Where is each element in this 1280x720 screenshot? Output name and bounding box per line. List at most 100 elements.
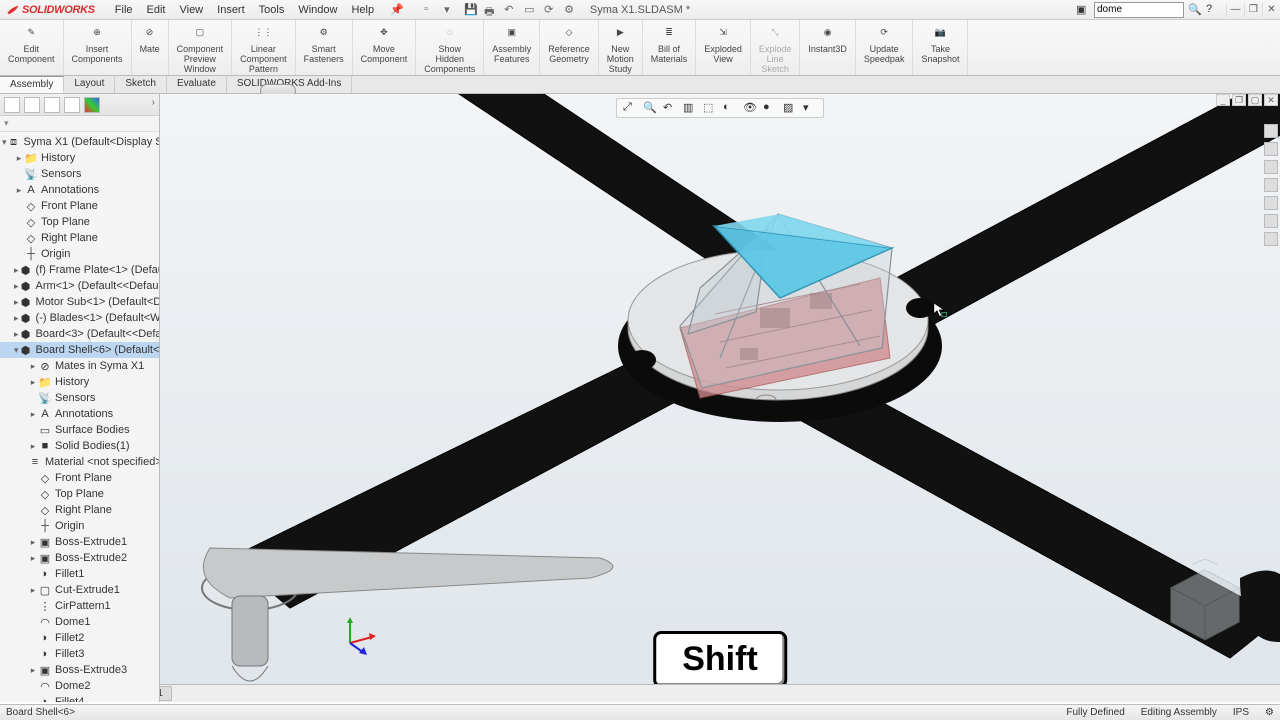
tree-item[interactable]: ◗Fillet1 xyxy=(0,566,159,582)
fm-more-icon[interactable]: › xyxy=(152,97,155,113)
fm-tab-tree[interactable] xyxy=(4,97,20,113)
tab-evaluate[interactable]: Evaluate xyxy=(167,76,227,93)
menu-insert[interactable]: Insert xyxy=(211,2,251,18)
tree-item[interactable]: ▸▣Boss-Extrude3 xyxy=(0,662,159,678)
tree-item[interactable]: ◇Right Plane xyxy=(0,502,159,518)
tree-item[interactable]: ▸⬢(-) Blades<1> (Default<White>) xyxy=(0,310,159,326)
tree-item[interactable]: ◠Dome2 xyxy=(0,678,159,694)
fm-tab-display[interactable] xyxy=(84,97,100,113)
menu-tools[interactable]: Tools xyxy=(253,2,291,18)
tree-item[interactable]: ▸■Solid Bodies(1) xyxy=(0,438,159,454)
scene-icon[interactable]: ▨ xyxy=(783,101,797,115)
linear_pat-button[interactable]: ⋮⋮LinearComponentPattern xyxy=(232,20,296,75)
tp-design-lib[interactable] xyxy=(1264,142,1278,156)
zoom-area-icon[interactable]: 🔍 xyxy=(643,101,657,115)
comp_preview-button[interactable]: ▢ComponentPreviewWindow xyxy=(169,20,233,75)
tree-item[interactable]: ◗Fillet4 xyxy=(0,694,159,702)
open-icon[interactable]: ▾ xyxy=(444,3,458,17)
move_comp-button[interactable]: ✥MoveComponent xyxy=(353,20,417,75)
tp-forum[interactable] xyxy=(1264,232,1278,246)
exploded-button[interactable]: ⇲ExplodedView xyxy=(696,20,751,75)
tree-item[interactable]: ▾⬢Board Shell<6> (Default<<Defaul xyxy=(0,342,159,358)
tree-item[interactable]: ▸⬢Motor Sub<1> (Default<Display S xyxy=(0,294,159,310)
expand-icon[interactable]: ▸ xyxy=(28,409,38,420)
status-gear-icon[interactable]: ⚙ xyxy=(1265,707,1274,718)
tab-assembly[interactable]: Assembly xyxy=(0,76,64,93)
tree-item[interactable]: ◇Top Plane xyxy=(0,486,159,502)
expand-icon[interactable]: ▸ xyxy=(28,361,38,372)
expand-icon[interactable]: ▸ xyxy=(14,153,24,164)
tree-item[interactable]: ◇Front Plane xyxy=(0,470,159,486)
mate-button[interactable]: ⊘Mate xyxy=(132,20,169,75)
print-icon[interactable]: 🖶 xyxy=(484,3,498,17)
tp-appearances[interactable] xyxy=(1264,196,1278,210)
section-view-icon[interactable]: ▥ xyxy=(683,101,697,115)
tree-item[interactable]: ≡Material <not specified> xyxy=(0,454,159,470)
mdi-close[interactable]: ✕ xyxy=(1264,94,1278,106)
take_snap-button[interactable]: 📷TakeSnapshot xyxy=(913,20,968,75)
mdi-restore[interactable]: ❐ xyxy=(1232,94,1246,106)
search-scope-icon[interactable]: ▣ xyxy=(1076,3,1090,17)
tree-item[interactable]: 📡Sensors xyxy=(0,390,159,406)
hide-show-icon[interactable]: 👁 xyxy=(743,101,757,115)
mdi-min[interactable]: _ xyxy=(1216,94,1230,106)
menu-window[interactable]: Window xyxy=(292,2,343,18)
tree-item[interactable]: ▸▢Cut-Extrude1 xyxy=(0,582,159,598)
tree-item[interactable]: ◠Dome1 xyxy=(0,614,159,630)
menu-file[interactable]: File xyxy=(109,2,139,18)
tree-item[interactable]: ┼Origin xyxy=(0,246,159,262)
bom-button[interactable]: ≣Bill ofMaterials xyxy=(643,20,697,75)
fm-tab-dim[interactable] xyxy=(64,97,80,113)
search-input[interactable] xyxy=(1094,2,1184,18)
tp-resources[interactable] xyxy=(1264,124,1278,138)
asm_feat-button[interactable]: ▣AssemblyFeatures xyxy=(484,20,540,75)
tp-custom-props[interactable] xyxy=(1264,214,1278,228)
pin-icon[interactable]: 📌 xyxy=(390,3,404,17)
tree-item[interactable]: ◗Fillet3 xyxy=(0,646,159,662)
tp-file-explorer[interactable] xyxy=(1264,160,1278,174)
ref_geom-button[interactable]: ◇ReferenceGeometry xyxy=(540,20,599,75)
tree-item[interactable]: ▸📁History xyxy=(0,150,159,166)
options-icon[interactable]: ⚙ xyxy=(564,3,578,17)
tree-root[interactable]: ▾⧈ Syma X1 (Default<Display State-1>) xyxy=(0,134,159,150)
update_sp-button[interactable]: ⟳UpdateSpeedpak xyxy=(856,20,914,75)
tree-item[interactable]: ◇Top Plane xyxy=(0,214,159,230)
expand-icon[interactable]: ▸ xyxy=(28,585,38,596)
zoom-fit-icon[interactable]: ⤢ xyxy=(623,101,637,115)
tp-view-palette[interactable] xyxy=(1264,178,1278,192)
view-settings-icon[interactable]: ▾ xyxy=(803,101,817,115)
menu-edit[interactable]: Edit xyxy=(141,2,172,18)
mdi-max[interactable]: ▢ xyxy=(1248,94,1262,106)
select-icon[interactable]: ▭ xyxy=(524,3,538,17)
undo-icon[interactable]: ↶ xyxy=(504,3,518,17)
tree-item[interactable]: ▸⊘Mates in Syma X1 xyxy=(0,358,159,374)
tree-item[interactable]: ▸AAnnotations xyxy=(0,182,159,198)
tree-item[interactable]: ⋮CirPattern1 xyxy=(0,598,159,614)
tree-item[interactable]: ▸▣Boss-Extrude1 xyxy=(0,534,159,550)
tree-item[interactable]: ▭Surface Bodies xyxy=(0,422,159,438)
rebuild-icon[interactable]: ⟳ xyxy=(544,3,558,17)
btab-motion[interactable]: Motion Study 1 xyxy=(160,686,172,701)
new-icon[interactable]: ▫ xyxy=(424,3,438,17)
show_hidden-button[interactable]: ◌ShowHiddenComponents xyxy=(416,20,484,75)
tree-item[interactable]: ┼Origin xyxy=(0,518,159,534)
tree-item[interactable]: ▸▣Boss-Extrude2 xyxy=(0,550,159,566)
menu-help[interactable]: Help xyxy=(345,2,380,18)
tree-item[interactable]: ▸📁History xyxy=(0,374,159,390)
fm-tab-property[interactable] xyxy=(24,97,40,113)
tree-item[interactable]: ◇Right Plane xyxy=(0,230,159,246)
tree-item[interactable]: ▸⬢(f) Frame Plate<1> (Default<<Def xyxy=(0,262,159,278)
tab-layout[interactable]: Layout xyxy=(64,76,115,93)
expand-icon[interactable]: ▸ xyxy=(28,537,38,548)
instant3d-button[interactable]: ◉Instant3D xyxy=(800,20,856,75)
insert_comp-button[interactable]: ⊕InsertComponents xyxy=(64,20,132,75)
restore-button[interactable]: ❐ xyxy=(1244,3,1262,17)
expand-icon[interactable]: ▸ xyxy=(14,185,24,196)
tree-item[interactable]: 📡Sensors xyxy=(0,166,159,182)
expand-icon[interactable]: ▸ xyxy=(28,441,38,452)
expand-icon[interactable]: ▸ xyxy=(28,665,38,676)
tab-sketch[interactable]: Sketch xyxy=(115,76,167,93)
graphics-viewport[interactable]: _ ❐ ▢ ✕ ⤢ 🔍 ↶ ▥ ⬚ ◐ 👁 ● ▨ ▾ xyxy=(160,94,1280,702)
smart_fast-button[interactable]: ⚙SmartFasteners xyxy=(296,20,353,75)
minimize-button[interactable]: — xyxy=(1226,3,1244,17)
